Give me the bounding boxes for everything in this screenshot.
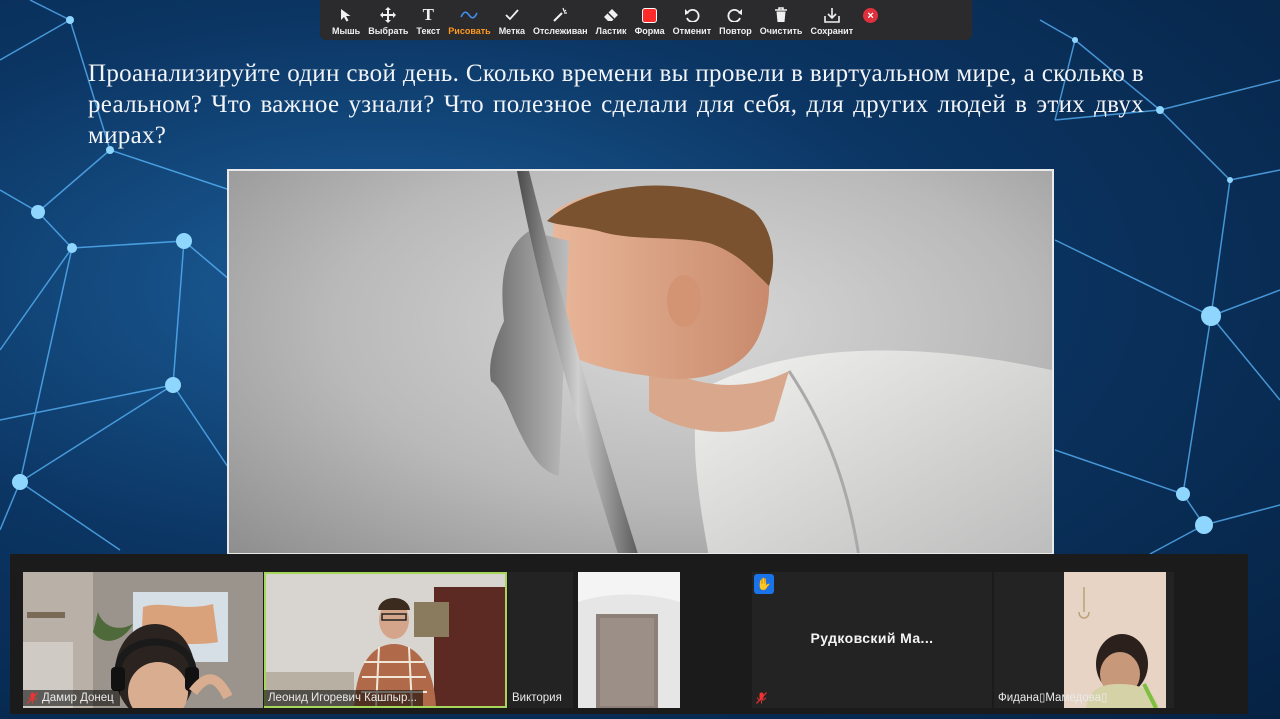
tool-select[interactable]: Выбрать [368,0,408,40]
tool-save[interactable]: Сохранит [810,0,853,40]
participant-name-bar: Дамир Донец [23,690,120,706]
participant-name-bar: Фидана▯Мамедова▯ [994,690,1113,706]
tool-label: Ластик [595,26,627,36]
participant-name: Дамир Донец [42,692,114,704]
annotation-toolbar: Мышь Выбрать T Текст Рисовать Метка Отсл… [320,0,972,40]
tool-label: Выбрать [368,26,409,36]
checkmark-icon [501,6,523,24]
mouse-pointer-icon [335,6,357,24]
tool-draw[interactable]: Рисовать [448,0,491,40]
tool-label: Повтор [719,26,752,36]
participant-name-large: Рудковский Ма... [810,630,934,646]
participant-name-bar: Виктория [508,690,568,706]
participant-tile[interactable] [578,572,680,708]
slide-question-text: Проанализируйте один свой день. Сколько … [88,60,1144,149]
participant-tile[interactable]: Фидана▯Мамедова▯ [994,572,1174,708]
tool-label: Метка [498,26,525,36]
participant-tile[interactable]: Виктория [508,572,573,708]
redo-icon [724,6,746,24]
tool-eraser[interactable]: Ластик [596,0,627,40]
man-face-through-screen-illustration [490,171,1052,553]
participant-name: Леонид Игоревич Кашпыр... [268,692,417,704]
participant-tile[interactable]: Дамир Донец [23,572,263,708]
tool-redo[interactable]: Повтор [719,0,752,40]
tool-label: Очистить [759,26,803,36]
tool-stamp[interactable]: Метка [499,0,525,40]
close-icon: × [867,9,874,22]
draw-squiggle-icon [458,6,480,24]
eraser-icon [600,6,622,24]
tool-label: Сохранит [810,26,854,36]
participant-gallery: Дамир Донец Леонид Игоревич Кашпыр... Ви… [10,554,1248,714]
slide-photo [227,169,1054,555]
participant-video [578,572,680,708]
tool-label: Форма [634,26,665,36]
participant-name: Фидана▯Мамедова▯ [998,692,1108,704]
tool-label: Текст [416,26,441,36]
undo-icon [681,6,703,24]
participant-tile-active-speaker[interactable]: Леонид Игоревич Кашпыр... [264,572,507,708]
participant-name: Виктория [512,692,562,704]
tool-text[interactable]: T Текст [416,0,440,40]
text-t-icon: T [422,5,435,24]
participant-name-bar: Леонид Игоревич Кашпыр... [264,690,423,706]
tool-label: Отслеживан [533,26,588,36]
participant-video [23,572,263,708]
tool-label: Рисовать [448,26,491,36]
participant-video [1064,572,1166,708]
participant-tile[interactable]: ✋ Рудковский Ма... [752,572,992,708]
raised-hand-icon: ✋ [754,574,774,594]
tool-shape[interactable]: Форма [635,0,665,40]
mic-muted-icon [27,692,38,704]
tool-clear[interactable]: Очистить [759,0,803,40]
tool-undo[interactable]: Отменит [673,0,711,40]
trash-icon [770,6,792,24]
save-download-icon [821,6,843,24]
tool-label: Мышь [332,26,361,36]
shape-square-icon [639,6,661,24]
participant-video [264,572,507,708]
tool-label: Отменит [672,26,712,36]
close-toolbar-button[interactable]: × [863,8,879,23]
spotlight-wand-icon [549,6,571,24]
mic-muted-icon [756,692,767,704]
tool-spotlight[interactable]: Отслеживан [533,0,588,40]
move-arrows-icon [377,6,399,24]
participant-name-bar [752,690,777,706]
tool-mouse[interactable]: Мышь [332,0,360,40]
